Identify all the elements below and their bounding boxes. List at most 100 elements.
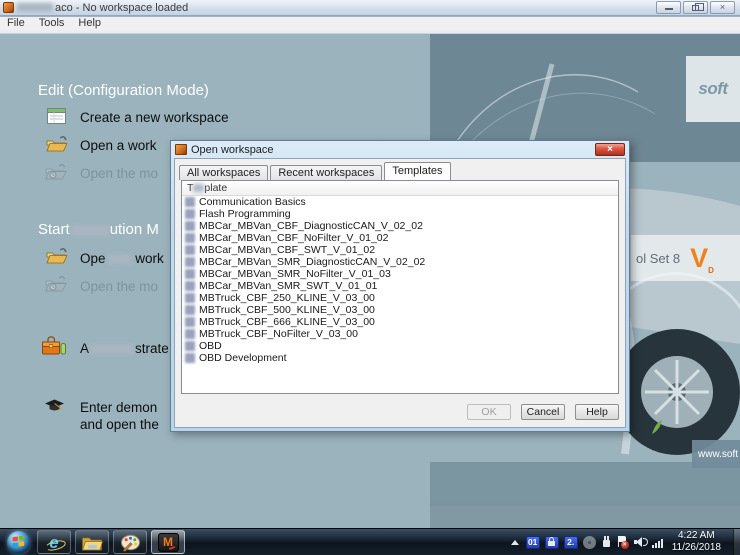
template-row-label: Communication Basics (199, 196, 306, 208)
template-row-icon (185, 329, 195, 339)
taskbar: e M 01 2. × 4:22 AM 11/26/2018 (0, 528, 740, 555)
template-row[interactable]: MBCar_MBVan_CBF_DiagnosticCAN_V_02_02 (182, 220, 618, 232)
tray-lock-icon[interactable] (544, 535, 559, 549)
template-row[interactable]: MBTruck_CBF_250_KLINE_V_03_00 (182, 292, 618, 304)
demonstration-item-line2[interactable]: and open the (80, 417, 159, 432)
app-icon (3, 2, 14, 13)
toolset-banner-sub: D (708, 266, 714, 275)
taskbar-monaco-app-active[interactable]: M (151, 530, 185, 554)
window-title: aco - No workspace loaded (55, 1, 189, 14)
start-section-heading: Start ution M (38, 221, 159, 238)
help-button[interactable]: Help (575, 404, 619, 420)
tray-badge-01[interactable]: 01 (525, 535, 540, 549)
template-row[interactable]: MBCar_MBVan_SMR_DiagnosticCAN_V_02_02 (182, 256, 618, 268)
template-row[interactable]: MBTruck_CBF_666_KLINE_V_03_00 (182, 316, 618, 328)
dialog-titlebar[interactable]: Open workspace × (171, 141, 629, 158)
website-box: www.soft (692, 440, 740, 468)
template-row-label: MBTruck_CBF_NoFilter_V_03_00 (199, 328, 358, 340)
template-row[interactable]: OBD (182, 340, 618, 352)
cancel-button[interactable]: Cancel (521, 404, 565, 420)
template-row-label: MBCar_MBVan_SMR_NoFilter_V_01_03 (199, 268, 391, 280)
redacted-item-text (90, 344, 135, 355)
tab-all-workspaces[interactable]: All workspaces (179, 165, 269, 180)
demonstration-item-line1[interactable]: Enter demon (80, 400, 157, 415)
menu-item[interactable]: Tools (32, 17, 72, 30)
window-titlebar[interactable]: aco - No workspace loaded × (0, 0, 740, 16)
toolset-banner-v-mark: V (690, 243, 709, 273)
menu-item[interactable]: File (0, 17, 32, 30)
template-row-label: OBD (199, 340, 222, 352)
template-row[interactable]: MBCar_MBVan_SMR_SWT_V_01_01 (182, 280, 618, 292)
open-workspace-exec-icon (45, 246, 68, 270)
template-row[interactable]: Communication Basics (182, 196, 618, 208)
minimize-icon (665, 8, 673, 10)
open-recent-exec-item-disabled: Open the mo (80, 279, 159, 294)
action-center-flag-icon[interactable]: × (617, 535, 629, 549)
restore-icon (692, 3, 704, 11)
template-row[interactable]: MBTruck_CBF_NoFilter_V_03_00 (182, 328, 618, 340)
ok-button[interactable]: OK (467, 404, 511, 420)
close-button[interactable]: × (710, 1, 735, 14)
menu-item[interactable]: Help (71, 17, 108, 30)
tray-wireless-icon[interactable] (582, 535, 596, 549)
volume-icon[interactable] (633, 536, 648, 548)
minimize-button[interactable] (656, 1, 681, 14)
template-row-label: MBTruck_CBF_500_KLINE_V_03_00 (199, 304, 375, 316)
template-row[interactable]: MBCar_MBVan_SMR_NoFilter_V_01_03 (182, 268, 618, 280)
template-row-icon (185, 317, 195, 327)
network-signal-icon[interactable] (651, 537, 663, 548)
restore-button[interactable] (683, 1, 708, 14)
template-row-icon (185, 209, 195, 219)
template-row-label: MBCar_MBVan_CBF_SWT_V_01_02 (199, 244, 376, 256)
softing-logo-text: soft (698, 79, 728, 98)
folder-icon (81, 537, 103, 550)
taskbar-clock[interactable]: 4:22 AM 11/26/2018 (668, 530, 728, 554)
template-row[interactable]: MBCar_MBVan_CBF_NoFilter_V_01_02 (182, 232, 618, 244)
show-desktop-button[interactable] (733, 528, 740, 555)
taskbar-internet-explorer[interactable]: e (37, 530, 71, 554)
website-text: www.soft (698, 448, 739, 460)
template-row-icon (185, 269, 195, 279)
administrate-item[interactable]: Astrate (80, 341, 169, 356)
template-row-label: MBCar_MBVan_CBF_NoFilter_V_01_02 (199, 232, 389, 244)
tray-expand-icon[interactable] (510, 539, 519, 545)
dialog-close-button[interactable]: × (595, 143, 625, 156)
action-center-error-badge: × (620, 540, 629, 549)
template-row-icon (185, 245, 195, 255)
template-row-icon (185, 293, 195, 303)
dialog-body: All workspaces Recent workspaces Templat… (174, 158, 626, 428)
template-row[interactable]: Flash Programming (182, 208, 618, 220)
system-tray: 01 2. × 4:22 AM 11/26/2018 (510, 528, 740, 555)
tab-templates[interactable]: Templates (384, 162, 451, 180)
taskbar-paint[interactable] (113, 530, 147, 554)
open-workspace-exec-item[interactable]: Ope work (80, 251, 164, 266)
template-row-icon (185, 305, 195, 315)
tray-plug-icon[interactable] (601, 536, 612, 548)
open-workspace-dialog: Open workspace × All workspaces Recent w… (170, 140, 630, 432)
template-row[interactable]: MBCar_MBVan_CBF_SWT_V_01_02 (182, 244, 618, 256)
template-row[interactable]: MBTruck_CBF_500_KLINE_V_03_00 (182, 304, 618, 316)
template-row-label: OBD Development (199, 352, 287, 364)
template-list: Tplate Communication Basics Flash Progra… (181, 180, 619, 394)
template-column-header[interactable]: Tplate (182, 181, 618, 196)
dialog-icon (175, 144, 187, 155)
dialog-tabstrip: All workspaces Recent workspaces Templat… (179, 162, 621, 180)
dialog-buttons: OK Cancel Help (467, 404, 619, 420)
tray-badge-2[interactable]: 2. (563, 535, 578, 549)
template-row[interactable]: OBD Development (182, 352, 618, 364)
toolset-banner-text: ol Set 8 (636, 250, 681, 266)
tab-recent-workspaces[interactable]: Recent workspaces (270, 165, 383, 180)
taskbar-windows-explorer[interactable] (75, 530, 109, 554)
redacted-heading-text (70, 224, 109, 236)
internet-explorer-icon: e (49, 532, 59, 552)
edit-section-heading: Edit (Configuration Mode) (38, 82, 209, 99)
open-workspace-icon (45, 134, 68, 158)
open-workspace-item[interactable]: Open a work (80, 138, 157, 153)
open-recent-workspace-item-disabled: Open the mo (80, 166, 159, 181)
clock-time: 4:22 AM (677, 530, 715, 541)
create-workspace-item[interactable]: Create a new workspace (80, 110, 229, 125)
template-row-label: MBCar_MBVan_SMR_DiagnosticCAN_V_02_02 (199, 256, 426, 268)
new-workspace-icon (46, 107, 67, 130)
start-button[interactable] (7, 530, 30, 554)
template-row-label: MBTruck_CBF_250_KLINE_V_03_00 (199, 292, 375, 304)
